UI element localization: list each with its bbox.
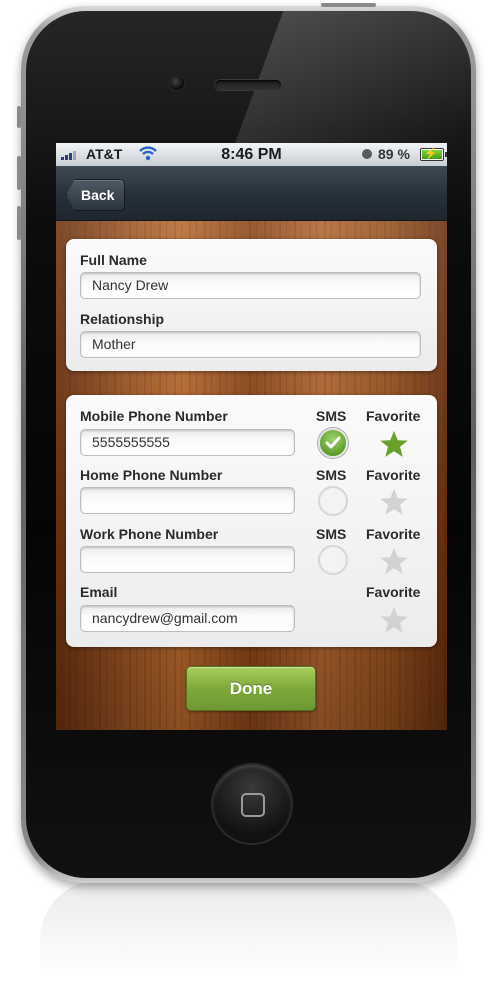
favorite-header: Favorite — [366, 526, 421, 542]
relationship-field[interactable]: Mother — [80, 331, 421, 358]
home-square-icon — [241, 793, 265, 817]
work-phone-field[interactable] — [80, 546, 295, 573]
work-sms-empty-circle-icon[interactable] — [318, 545, 348, 575]
email-favorite-star-icon[interactable] — [379, 605, 409, 635]
home-sms-empty-circle-icon[interactable] — [318, 486, 348, 516]
volume-down-button — [17, 206, 21, 240]
mobile-favorite-star-icon[interactable] — [379, 429, 409, 459]
email-field[interactable]: nancydrew@gmail.com — [80, 605, 295, 632]
sms-header: SMS — [316, 467, 347, 483]
navigation-bar: Back — [56, 166, 447, 221]
battery-icon: ⚡ — [420, 148, 447, 161]
contact-info-card: Full Name Nancy Drew Relationship Mother — [66, 239, 437, 371]
full-name-label: Full Name — [80, 252, 147, 268]
full-name-field[interactable]: Nancy Drew — [80, 272, 421, 299]
relationship-label: Relationship — [80, 311, 165, 327]
charging-bolt-icon: ⚡ — [424, 148, 438, 160]
orientation-lock-icon — [362, 149, 372, 159]
mobile-phone-label: Mobile Phone Number — [80, 408, 228, 424]
power-button — [321, 3, 376, 7]
status-bar: AT&T 8:46 PM 89 % ⚡ — [56, 143, 447, 166]
volume-up-button — [17, 156, 21, 190]
mute-switch — [17, 106, 21, 128]
check-icon — [325, 436, 341, 449]
contact-methods-card: Mobile Phone Number SMS Favorite 5555555… — [66, 395, 437, 647]
phone-reflection — [40, 880, 457, 995]
mobile-phone-field[interactable]: 5555555555 — [80, 429, 295, 456]
sms-header: SMS — [316, 408, 347, 424]
home-favorite-star-icon[interactable] — [379, 487, 409, 517]
sms-header: SMS — [316, 526, 347, 542]
back-button[interactable]: Back — [66, 179, 126, 211]
favorite-header: Favorite — [366, 584, 421, 600]
home-button[interactable] — [213, 765, 291, 843]
email-label: Email — [80, 584, 118, 600]
work-favorite-star-icon[interactable] — [379, 546, 409, 576]
front-camera — [170, 76, 184, 90]
favorite-header: Favorite — [366, 408, 421, 424]
favorite-header: Favorite — [366, 467, 421, 483]
phone-screen: AT&T 8:46 PM 89 % ⚡ Back Full Name Nancy… — [56, 143, 447, 730]
battery-percentage: 89 % — [378, 146, 410, 162]
done-button[interactable]: Done — [186, 666, 316, 711]
home-phone-label: Home Phone Number — [80, 467, 223, 483]
mobile-sms-check-icon[interactable] — [318, 428, 348, 458]
home-phone-field[interactable] — [80, 487, 295, 514]
earpiece-speaker — [215, 80, 281, 90]
work-phone-label: Work Phone Number — [80, 526, 219, 542]
battery-tip — [445, 152, 447, 157]
